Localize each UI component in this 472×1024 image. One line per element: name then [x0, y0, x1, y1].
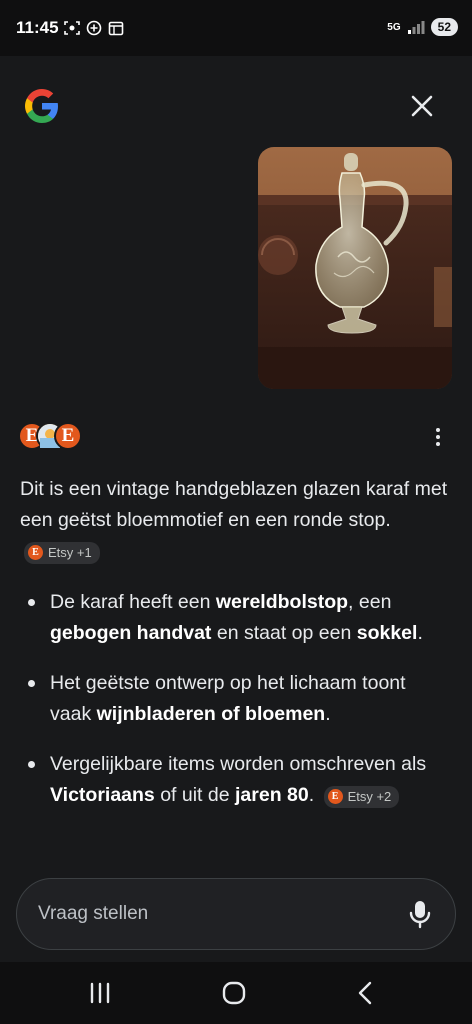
back-icon[interactable] [346, 978, 386, 1008]
ask-placeholder: Vraag stellen [38, 903, 149, 924]
answer-intro: Dit is een vintage handgeblazen glazen k… [20, 474, 450, 567]
close-button[interactable] [404, 88, 440, 124]
answer-bullets: De karaf heeft een wereldbolstop, een ge… [20, 587, 450, 811]
ask-input[interactable]: Vraag stellen [16, 878, 456, 950]
bullet-item: Het geëtste ontwerp op het lichaam toont… [20, 668, 450, 730]
etsy-chip-icon: E [327, 789, 343, 804]
etsy-chip-icon: E [28, 545, 43, 560]
decanter-photo-illustration [258, 147, 452, 389]
battery-icon: 52 [430, 18, 458, 36]
status-icons-left [64, 20, 124, 36]
status-icons-right: 5G 52 [387, 18, 458, 36]
system-nav-bar [0, 962, 472, 1024]
home-icon[interactable] [214, 978, 254, 1008]
network-label: 5G [387, 21, 401, 33]
calendar-icon [108, 21, 124, 36]
gamepad-icon [86, 20, 102, 36]
recent-apps-icon[interactable] [80, 978, 120, 1008]
source-favicons[interactable]: E E [18, 422, 98, 452]
status-bar: 11:45 5G 52 [0, 0, 472, 56]
battery-level: 52 [437, 20, 451, 34]
scroll-fade [0, 840, 472, 880]
source-chip-etsy-1[interactable]: E Etsy +1 [24, 541, 100, 564]
bullet-item: Vergelijkbare items worden omschreven al… [20, 749, 450, 811]
source-chip-etsy-2[interactable]: E Etsy +2 [323, 785, 400, 808]
query-photo[interactable] [258, 147, 452, 389]
google-g-icon [25, 89, 58, 123]
close-icon [411, 95, 433, 117]
status-time: 11:45 [16, 18, 59, 37]
signal-icon [407, 21, 425, 34]
ai-answer: Dit is een vintage handgeblazen glazen k… [20, 474, 450, 830]
screenshot-icon [64, 21, 80, 35]
bullet-item: De karaf heeft een wereldbolstop, een ge… [20, 587, 450, 649]
more-vert-icon[interactable] [428, 425, 448, 449]
mic-icon[interactable] [407, 899, 433, 929]
etsy-source-icon-2: E [54, 422, 82, 450]
